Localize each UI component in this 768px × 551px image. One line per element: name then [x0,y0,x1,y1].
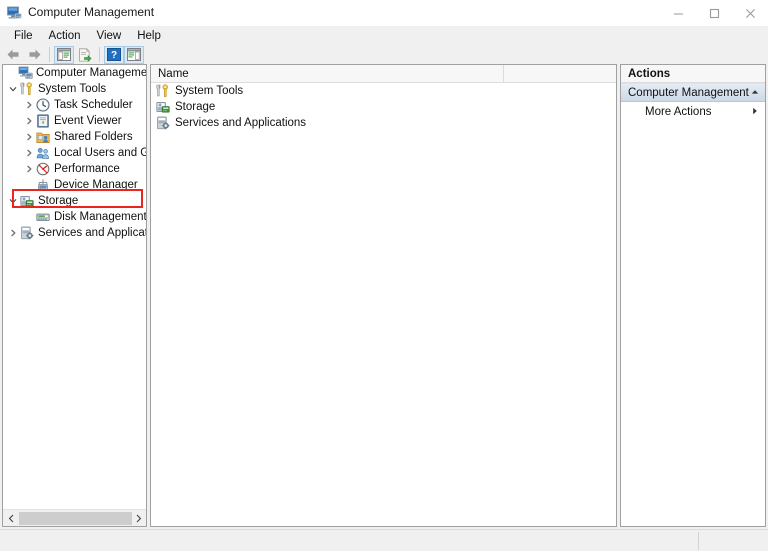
toolbar-separator-1 [49,47,50,62]
tree-item-local-users-and-groups[interactable]: Local Users and Groups [3,145,146,161]
list-item-label: System Tools [175,85,244,97]
tree-item-performance[interactable]: Performance [3,161,146,177]
system-tools-icon [155,83,171,99]
shared-folders-icon [35,129,51,145]
menu-view[interactable]: View [89,28,130,44]
svg-text:?: ? [111,50,117,61]
tree-item-system-tools[interactable]: System Tools [3,81,146,97]
chevron-up-icon[interactable] [749,88,761,97]
list-item[interactable]: System Tools [151,83,616,99]
tree-horizontal-scrollbar[interactable] [3,509,146,526]
tree-item-label: Disk Management [54,211,146,223]
tree-item-task-scheduler[interactable]: Task Scheduler [3,97,146,113]
menu-action[interactable]: Action [41,28,89,44]
window-controls [660,0,768,26]
menu-help[interactable]: Help [129,28,169,44]
scrollbar-track[interactable] [19,511,132,526]
actions-panel: Actions Computer Management (L... More A… [620,64,766,527]
action-item-label: More Actions [645,105,712,118]
maximize-button[interactable] [696,0,732,26]
status-bar-divider [698,532,699,550]
tree-item-label: Shared Folders [54,131,133,143]
tree-chevron [23,209,35,225]
storage-icon [19,193,35,209]
local-users-groups-icon [35,145,51,161]
tree-item-label: Task Scheduler [54,99,133,111]
device-manager-icon [35,177,51,193]
toolbar-separator-2 [99,47,100,62]
tree-item-label: Device Manager [54,179,138,191]
tree-item-services-and-applications[interactable]: Services and Applications [3,225,146,241]
tree-item-event-viewer[interactable]: Event Viewer [3,113,146,129]
tree-item-disk-management[interactable]: Disk Management [3,209,146,225]
details-list-panel: Name System Tools Storage Services and A… [150,64,617,527]
menu-file[interactable]: File [6,28,41,44]
services-applications-icon [155,115,171,131]
chevron-right-icon[interactable] [749,107,761,117]
tree-item-label: Storage [38,195,79,207]
chevron-right-icon[interactable] [23,161,35,177]
chevron-right-icon[interactable] [23,97,35,113]
forward-arrow-icon[interactable] [24,45,45,64]
help-icon[interactable]: ? [104,45,124,64]
chevron-right-icon[interactable] [130,511,146,526]
task-scheduler-icon [35,97,51,113]
action-item-more-actions[interactable]: More Actions [621,102,765,121]
title-bar: Computer Management [0,0,768,26]
actions-group-label: Computer Management (L... [628,86,749,99]
tree-item-device-manager[interactable]: Device Manager [3,177,146,193]
event-viewer-icon [35,113,51,129]
column-divider[interactable] [503,65,504,83]
tree-item-computer-management[interactable]: Computer Management (Local [3,65,146,81]
back-arrow-icon[interactable] [3,45,24,64]
window-title: Computer Management [28,5,155,19]
list-item[interactable]: Storage [151,99,616,115]
export-list-icon[interactable] [74,45,95,64]
show-hide-action-pane-icon[interactable] [124,45,144,64]
tree-chevron [5,65,17,81]
show-hide-console-tree-icon[interactable] [54,45,74,64]
computer-management-icon [6,5,22,21]
tree-item-label: System Tools [38,83,107,95]
tree-item-label: Performance [54,163,120,175]
scrollbar-thumb[interactable] [19,511,132,525]
chevron-right-icon[interactable] [23,145,35,161]
system-tools-icon [19,81,35,97]
chevron-down-icon[interactable] [7,81,19,97]
tree-item-label: Local Users and Groups [54,147,146,159]
computer-icon [17,65,33,81]
console-tree: Computer Management (Local System To [3,65,146,508]
tree-item-label: Computer Management (Local [36,67,146,79]
column-header-name[interactable]: Name [151,67,189,81]
list-item-label: Services and Applications [175,117,307,129]
list-item-label: Storage [175,101,216,113]
list-column-header: Name [151,65,616,83]
list-item[interactable]: Services and Applications [151,115,616,131]
actions-group-computer-management[interactable]: Computer Management (L... [621,83,765,102]
minimize-button[interactable] [660,0,696,26]
chevron-right-icon[interactable] [7,225,19,241]
chevron-right-icon[interactable] [23,113,35,129]
chevron-left-icon[interactable] [3,511,19,526]
disk-management-icon [35,209,51,225]
toolbar: ? [0,45,768,65]
chevron-right-icon[interactable] [23,129,35,145]
close-button[interactable] [732,0,768,26]
tree-chevron [23,177,35,193]
services-applications-icon [19,225,35,241]
actions-header: Actions [621,65,765,83]
status-bar [0,529,768,551]
storage-icon [155,99,171,115]
tree-item-storage[interactable]: Storage [3,193,146,209]
chevron-down-icon[interactable] [7,193,19,209]
tree-item-label: Services and Applications [38,227,146,239]
actions-header-label: Actions [628,67,671,80]
console-tree-panel: Computer Management (Local System To [2,64,147,527]
tree-item-label: Event Viewer [54,115,122,127]
tree-item-shared-folders[interactable]: Shared Folders [3,129,146,145]
menu-bar: File Action View Help [0,26,768,45]
computer-management-window: Computer Management File Action View Hel… [0,0,768,551]
performance-icon [35,161,51,177]
